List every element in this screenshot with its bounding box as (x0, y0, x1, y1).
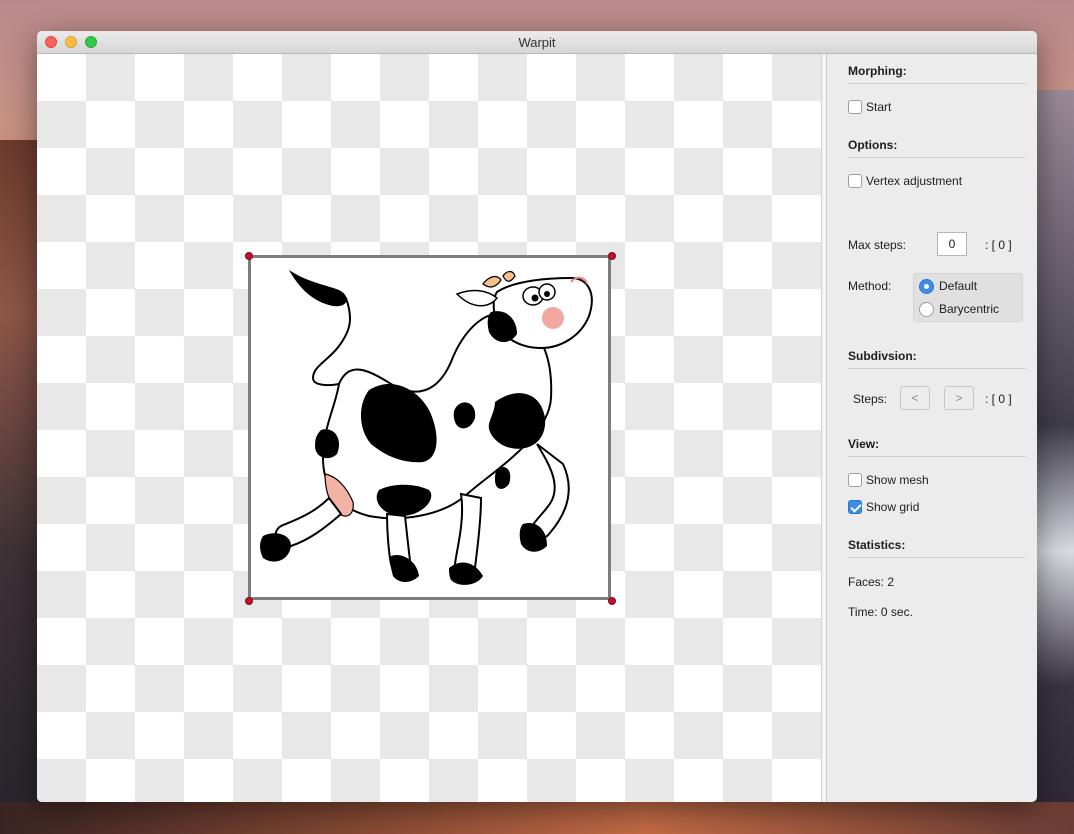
statistics-section-title: Statistics: (848, 538, 906, 552)
show-mesh-label: Show mesh (866, 473, 929, 487)
subdivision-next-button[interactable]: > (944, 386, 974, 410)
separator (848, 456, 1026, 457)
subdivision-section-title: Subdivsion: (848, 349, 917, 363)
control-panel: Morphing: Start Options: Vertex adjustme… (827, 54, 1037, 802)
desktop-wallpaper-bottom (0, 802, 1074, 834)
window-title: Warpit (518, 35, 556, 50)
vertex-adjustment-checkbox[interactable] (848, 174, 862, 188)
method-radio-group: Default Barycentric (913, 273, 1023, 322)
separator (848, 157, 1026, 158)
start-label: Start (866, 100, 892, 114)
method-barycentric-radio[interactable] (919, 302, 934, 317)
method-default-radio[interactable] (919, 279, 934, 294)
morphing-section-title: Morphing: (848, 64, 907, 78)
start-checkbox[interactable] (848, 100, 862, 114)
options-section-title: Options: (848, 138, 898, 152)
method-default-label: Default (939, 279, 978, 293)
subdivision-steps-readout: : [ 0 ] (985, 392, 1012, 406)
subdivision-prev-button[interactable]: < (900, 386, 930, 410)
max-steps-readout: : [ 0 ] (985, 238, 1012, 252)
cow-image (260, 270, 593, 585)
view-section-title: View: (848, 437, 880, 451)
desktop-wallpaper-right (1034, 90, 1074, 834)
warp-canvas[interactable] (37, 54, 821, 802)
show-mesh-checkbox[interactable] (848, 473, 862, 487)
steps-label: Steps: (853, 392, 888, 406)
show-grid-label: Show grid (866, 500, 920, 514)
mesh-vertex-top-right[interactable] (608, 252, 616, 260)
mesh-vertex-bottom-left[interactable] (245, 597, 253, 605)
separator (848, 83, 1026, 84)
mesh-vertex-bottom-right[interactable] (608, 597, 616, 605)
separator (848, 368, 1026, 369)
time-stat: Time: 0 sec. (848, 605, 913, 619)
method-label: Method: (848, 279, 892, 293)
app-window: Warpit Morphing: Start Options: Vertex a… (37, 31, 1037, 802)
mesh-vertex-top-left[interactable] (245, 252, 253, 260)
image-frame[interactable] (248, 255, 611, 600)
show-grid-checkbox[interactable] (848, 500, 862, 514)
vertex-adjustment-label: Vertex adjustment (866, 174, 963, 188)
max-steps-label: Max steps: (848, 238, 907, 252)
max-steps-input[interactable]: 0 (937, 232, 967, 256)
method-barycentric-label: Barycentric (939, 302, 1000, 316)
faces-count: Faces: 2 (848, 575, 895, 589)
desktop-wallpaper-left (0, 140, 40, 834)
separator (848, 557, 1026, 558)
title-bar: Warpit (37, 31, 1037, 54)
